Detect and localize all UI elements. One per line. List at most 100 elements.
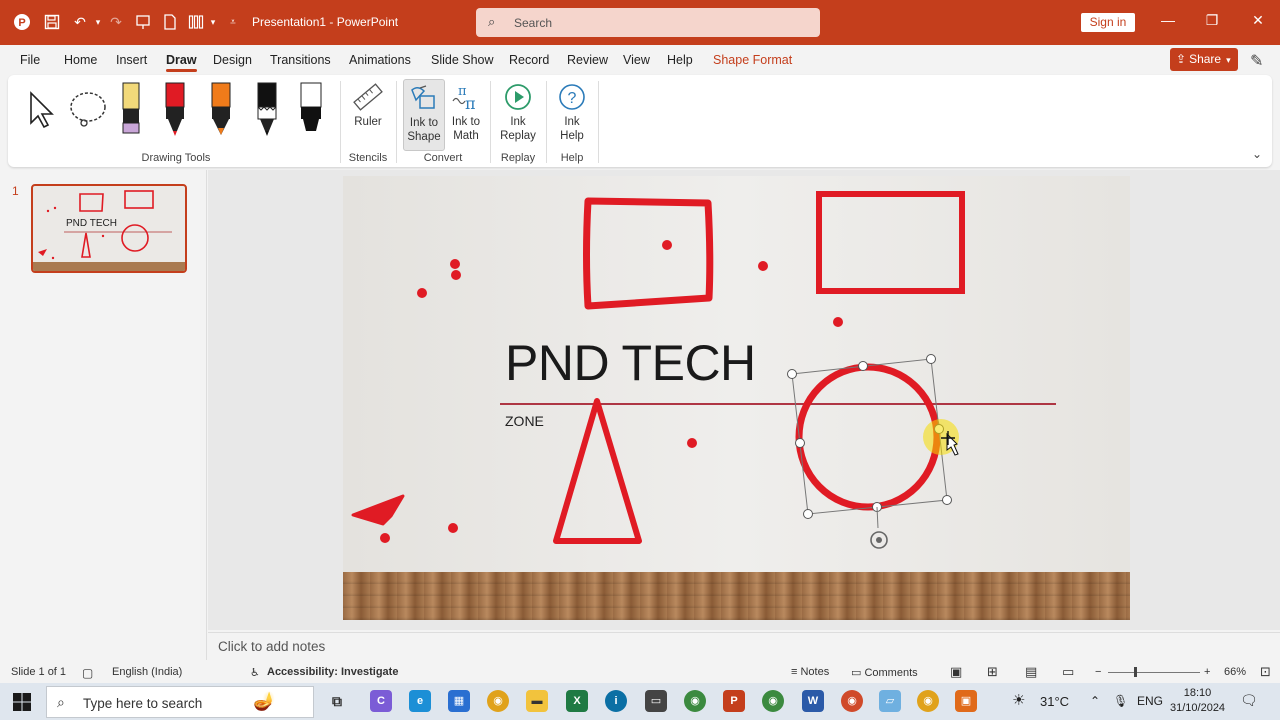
tab-insert[interactable]: Insert [116, 53, 147, 67]
tab-file[interactable]: File [20, 53, 40, 67]
collapse-ribbon-icon[interactable]: ⌄ [1252, 147, 1262, 161]
app-orange-icon[interactable]: ▣ [955, 690, 977, 712]
task-view-icon[interactable]: ⧉ [326, 690, 348, 712]
highlighter-yellow-icon[interactable] [116, 79, 146, 139]
restore-icon[interactable]: ❐ [1202, 12, 1222, 32]
zoom-slider-thumb[interactable] [1134, 667, 1137, 677]
chrome-profile-4-icon[interactable]: ◉ [917, 690, 939, 712]
language-indicator[interactable]: English (India) [112, 666, 182, 678]
ink-to-shape-label-2: Shape [407, 131, 441, 143]
tab-draw[interactable]: Draw [166, 53, 197, 72]
lasso-select-icon[interactable] [66, 79, 110, 139]
input-language[interactable]: ENG [1137, 694, 1163, 708]
pen-black-icon[interactable] [252, 79, 282, 139]
share-button[interactable]: ⇪ Share ▾ [1170, 48, 1238, 71]
notepad-icon[interactable]: ▱ [879, 690, 901, 712]
tab-design[interactable]: Design [213, 53, 252, 67]
notes-toggle[interactable]: ≡ Notes [791, 666, 829, 678]
slideshow-view-icon[interactable]: ▭ [1062, 664, 1074, 680]
ink-help-button[interactable]: ? Ink Help [551, 79, 593, 151]
notes-pane[interactable]: Click to add notes [208, 632, 1280, 660]
highlighter-black-icon[interactable] [296, 79, 326, 139]
close-icon[interactable]: ✕ [1248, 12, 1268, 32]
slide-sorter-icon[interactable]: ⊞ [987, 664, 998, 680]
customize-quick-access-icon[interactable]: ⩡ [223, 12, 243, 32]
powerpoint-taskbar-icon[interactable]: P [723, 690, 745, 712]
zoom-slider[interactable] [1108, 667, 1200, 677]
ink-rectangle[interactable] [816, 191, 965, 294]
zoom-in-icon[interactable]: + [1204, 666, 1210, 678]
present-from-start-icon[interactable] [133, 12, 153, 32]
search-placeholder: Search [514, 16, 553, 30]
file-explorer-icon[interactable]: ▬ [526, 690, 548, 712]
notifications-icon[interactable]: 🗨 [1240, 692, 1258, 709]
undo-icon[interactable]: ↶ [70, 12, 90, 32]
save-icon[interactable] [42, 12, 62, 32]
temperature[interactable]: 31°C [1040, 694, 1069, 709]
group-stencils: Stencils [348, 152, 388, 164]
sign-in-button[interactable]: Sign in [1081, 13, 1135, 32]
weather-icon[interactable]: ☀ [1012, 691, 1025, 709]
word-icon[interactable]: W [802, 690, 824, 712]
columns-dropdown-icon[interactable]: ▾ [203, 12, 223, 32]
tab-review[interactable]: Review [567, 53, 608, 67]
fit-to-window-icon[interactable]: ⊡ [1260, 664, 1271, 680]
comments-toggle[interactable]: ▭ Comments [851, 666, 918, 679]
tab-view[interactable]: View [623, 53, 650, 67]
rotate-handle-icon[interactable] [870, 531, 888, 549]
tab-shape-format[interactable]: Shape Format [713, 53, 792, 67]
zoom-level[interactable]: 66% [1224, 666, 1246, 678]
store-icon[interactable]: ▦ [448, 690, 470, 712]
ink-to-shape-button[interactable]: Ink to Shape [403, 79, 445, 151]
chrome-icon[interactable]: ◉ [487, 690, 509, 712]
ink-dots[interactable] [380, 240, 843, 543]
ruler-icon [347, 81, 389, 115]
app-info-icon[interactable]: i [605, 690, 627, 712]
normal-view-icon[interactable]: ▣ [950, 664, 962, 680]
show-hidden-icons-icon[interactable]: ⌃ [1090, 694, 1100, 708]
ink-to-math-label-2: Math [453, 130, 479, 142]
reading-view-icon[interactable]: ▤ [1025, 664, 1037, 680]
slide[interactable]: PND TECH ZONE [343, 176, 1130, 620]
pen-red-icon[interactable] [160, 79, 190, 139]
tab-slide-show[interactable]: Slide Show [431, 53, 494, 67]
excel-icon[interactable]: X [566, 690, 588, 712]
tab-help[interactable]: Help [667, 53, 693, 67]
tab-record[interactable]: Record [509, 53, 549, 67]
search-box[interactable]: ⌕ Search [476, 8, 820, 37]
undo-dropdown-icon[interactable]: ▾ [88, 12, 108, 32]
taskbar-search[interactable]: ⌕ Type here to search 🪔 [46, 686, 314, 718]
ink-arrow[interactable] [351, 494, 405, 526]
tab-animations[interactable]: Animations [349, 53, 411, 67]
ink-to-math-button[interactable]: ππ Ink to Math [445, 79, 487, 151]
windows-start-icon[interactable] [12, 692, 32, 712]
redo-icon[interactable]: ↷ [106, 12, 126, 32]
copilot-icon[interactable]: C [370, 690, 392, 712]
ink-replay-button[interactable]: Ink Replay [497, 79, 539, 151]
tab-transitions[interactable]: Transitions [270, 53, 331, 67]
pencil-orange-icon[interactable] [206, 79, 236, 139]
ink-pen-icon[interactable]: ✎ [1250, 51, 1263, 71]
zoom-out-icon[interactable]: − [1095, 666, 1101, 678]
system-clock[interactable]: 18:10 31/10/2024 [1170, 686, 1225, 716]
chrome-profile-2-icon[interactable]: ◉ [762, 690, 784, 712]
select-arrow-icon[interactable] [24, 79, 58, 139]
ruler-button[interactable]: Ruler [347, 79, 389, 151]
ink-triangle[interactable] [553, 398, 642, 544]
windows-taskbar: ⌕ Type here to search 🪔 ⧉ C e ▦ ◉ ▬ X i … [0, 683, 1280, 720]
tab-home[interactable]: Home [64, 53, 97, 67]
spelling-check-icon[interactable]: ▢ [82, 666, 93, 680]
taskbar-search-placeholder: Type here to search [83, 696, 203, 711]
minimize-icon[interactable]: — [1158, 12, 1178, 32]
group-help: Help [560, 152, 584, 164]
media-player-icon[interactable]: ▭ [645, 690, 667, 712]
ink-circle-selected[interactable] [795, 363, 941, 511]
edge-icon[interactable]: e [409, 690, 431, 712]
new-file-icon[interactable] [160, 12, 180, 32]
ink-square[interactable] [583, 197, 714, 310]
slide-thumbnail[interactable]: PND TECH [31, 184, 187, 273]
accessibility-status[interactable]: Accessibility: Investigate [267, 666, 398, 678]
chrome-profile-3-icon[interactable]: ◉ [841, 690, 863, 712]
microphone-icon[interactable]: 🎙 [1113, 694, 1128, 708]
chrome-profile-icon[interactable]: ◉ [684, 690, 706, 712]
